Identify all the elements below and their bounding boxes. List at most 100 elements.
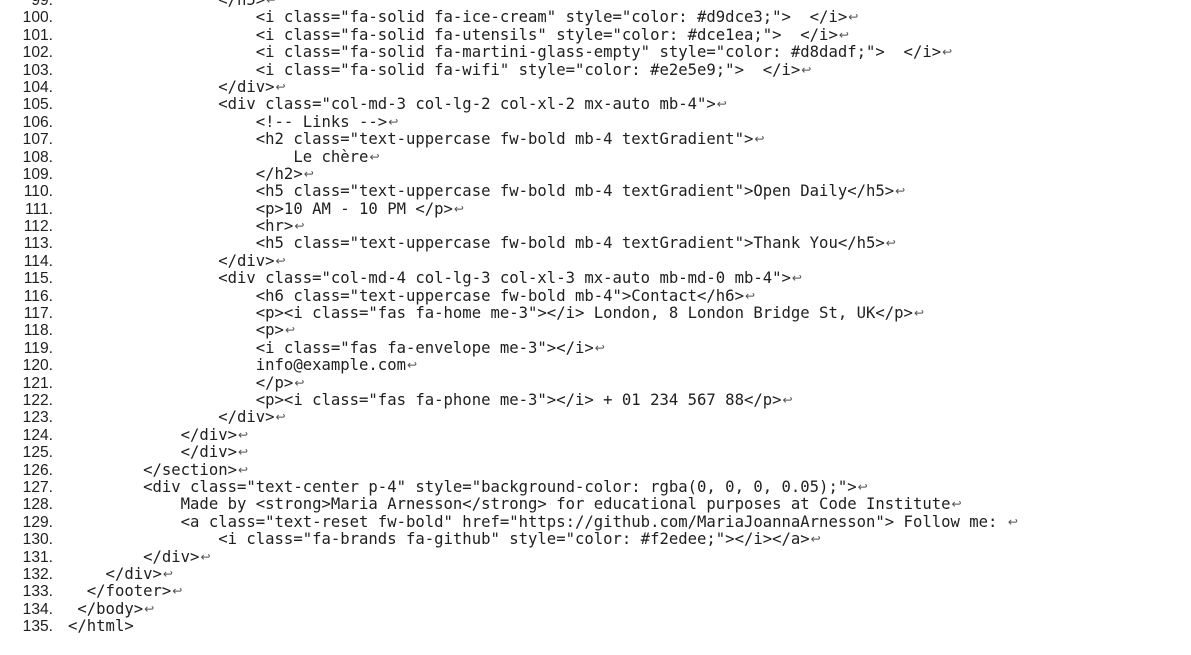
line-number: 132. [22, 565, 53, 583]
code-line: 128. Made by <strong>Maria Arnesson</str… [0, 495, 1191, 514]
line-code: info@example.com [68, 356, 406, 375]
line-number: 123. [22, 409, 53, 427]
code-line: 106. <!-- Links --> ↩ [0, 112, 1191, 131]
line-code: </div> [68, 77, 275, 96]
line-code: <h5 class="text-uppercase fw-bold mb-4 t… [68, 234, 885, 253]
line-break-icon: ↩ [951, 497, 962, 512]
code-listing: 99. </h5> ↩ 100. <i class="fa-solid fa-ice… [0, 0, 1191, 635]
line-number: 104. [22, 78, 53, 96]
line-number: 108. [22, 148, 53, 166]
line-code: Made by <strong>Maria Arnesson</strong> … [68, 495, 951, 514]
code-line: 131. </div> ↩ [0, 547, 1191, 566]
code-line: 104. </div> ↩ [0, 77, 1191, 96]
line-break-icon: ↩ [369, 149, 380, 164]
code-line: 130. <i class="fa-brands fa-github" styl… [0, 530, 1191, 549]
line-break-icon: ↩ [172, 584, 183, 599]
line-number: 111. [24, 200, 53, 218]
line-number: 120. [22, 357, 53, 375]
code-line: 112. <hr> ↩ [0, 217, 1191, 236]
code-line: 110. <h5 class="text-uppercase fw-bold m… [0, 182, 1191, 201]
line-number: 105. [22, 96, 53, 114]
line-code: </div> [68, 408, 275, 427]
line-break-icon: ↩ [885, 236, 896, 251]
line-code: </html> [68, 617, 134, 636]
line-break-icon: ↩ [453, 201, 464, 216]
line-break-icon: ↩ [594, 340, 605, 355]
line-number: 124. [22, 426, 53, 444]
code-line: 133. </footer> ↩ [0, 582, 1191, 601]
line-code: <p> [68, 321, 284, 340]
line-break-icon: ↩ [275, 253, 286, 268]
line-number: 130. [22, 531, 53, 549]
line-number: 112. [23, 218, 53, 236]
code-line: 126. </section> ↩ [0, 460, 1191, 479]
line-code: <i class="fa-solid fa-wifi" style="color… [68, 60, 801, 79]
code-line: 117. <p><i class="fas fa-home me-3"></i>… [0, 304, 1191, 323]
line-code: </body> [68, 599, 144, 618]
line-number: 125. [22, 444, 53, 462]
line-number: 99. [31, 0, 53, 9]
line-number: 107. [22, 131, 53, 149]
line-number: 127. [22, 478, 53, 496]
line-code: </footer> [68, 582, 172, 601]
line-code: </div> [68, 547, 200, 566]
line-break-icon: ↩ [275, 79, 286, 94]
line-code: <i class="fa-solid fa-ice-cream" style="… [68, 8, 848, 27]
line-code: </p> [68, 373, 294, 392]
line-number: 129. [22, 513, 53, 531]
line-code: <i class="fa-brands fa-github" style="co… [68, 530, 810, 549]
line-code: <!-- Links --> [68, 112, 388, 131]
line-code: <p><i class="fas fa-home me-3"></i> Lond… [68, 304, 913, 323]
line-number: 118. [23, 322, 53, 340]
code-line: 121. </p> ↩ [0, 373, 1191, 392]
line-code: <h2 class="text-uppercase fw-bold mb-4 t… [68, 130, 754, 149]
line-code: </div> [68, 251, 275, 270]
code-line: 127. <div class="text-center p-4" style=… [0, 478, 1191, 496]
line-number: 131. [22, 548, 53, 566]
code-line: 113. <h5 class="text-uppercase fw-bold m… [0, 234, 1191, 253]
line-break-icon: ↩ [716, 97, 727, 112]
source-code-viewer: 99. </h5> ↩ 100. <i class="fa-solid fa-ice… [0, 0, 1191, 655]
code-line: 129. <a class="text-reset fw-bold" href=… [0, 512, 1191, 531]
line-break-icon: ↩ [303, 166, 314, 181]
code-line: 122. <p><i class="fas fa-phone me-3"></i… [0, 391, 1191, 409]
code-line: 132. </div> ↩ [0, 565, 1191, 583]
line-break-icon: ↩ [791, 271, 802, 286]
line-code: <i class="fas fa-envelope me-3"></i> [68, 338, 594, 357]
line-break-icon: ↩ [754, 132, 765, 147]
line-break-icon: ↩ [857, 479, 868, 494]
line-break-icon: ↩ [406, 358, 418, 373]
line-code: <i class="fa-solid fa-utensils" style="c… [68, 25, 838, 44]
line-code: <div class="col-md-3 col-lg-2 col-xl-2 m… [68, 95, 716, 114]
line-break-icon: ↩ [895, 184, 906, 199]
line-break-icon: ↩ [810, 532, 821, 547]
code-line: 109. </h2> ↩ [0, 164, 1191, 183]
code-line: 124. </div> ↩ [0, 426, 1191, 444]
line-break-icon: ↩ [294, 219, 305, 234]
line-number: 121. [22, 374, 53, 392]
line-break-icon: ↩ [913, 306, 925, 321]
line-break-icon: ↩ [782, 392, 793, 407]
line-code: Le chère [68, 147, 369, 166]
line-number: 115. [23, 270, 53, 288]
code-line: 120. info@example.com ↩ [0, 356, 1191, 375]
line-code: </div> [68, 443, 237, 462]
line-code: <i class="fa-solid fa-martini-glass-empt… [68, 43, 942, 62]
line-break-icon: ↩ [294, 375, 305, 390]
code-line: 108. Le chère ↩ [0, 147, 1191, 166]
line-break-icon: ↩ [942, 45, 953, 60]
line-number: 133. [22, 583, 53, 601]
line-number: 126. [22, 461, 53, 479]
line-break-icon: ↩ [238, 427, 249, 442]
line-break-icon: ↩ [744, 288, 756, 303]
line-break-icon: ↩ [238, 462, 249, 477]
line-code: <a class="text-reset fw-bold" href="http… [68, 512, 1007, 531]
line-code: <h5 class="text-uppercase fw-bold mb-4 t… [68, 182, 895, 201]
code-line: 135. </html> [0, 617, 1191, 636]
line-number: 110. [23, 183, 53, 201]
line-code: </section> [68, 460, 237, 479]
line-code: </h2> [68, 164, 303, 183]
line-break-icon: ↩ [801, 62, 812, 77]
line-break-icon: ↩ [162, 566, 173, 581]
code-line: 116. <h6 class="text-uppercase fw-bold m… [0, 287, 1191, 305]
